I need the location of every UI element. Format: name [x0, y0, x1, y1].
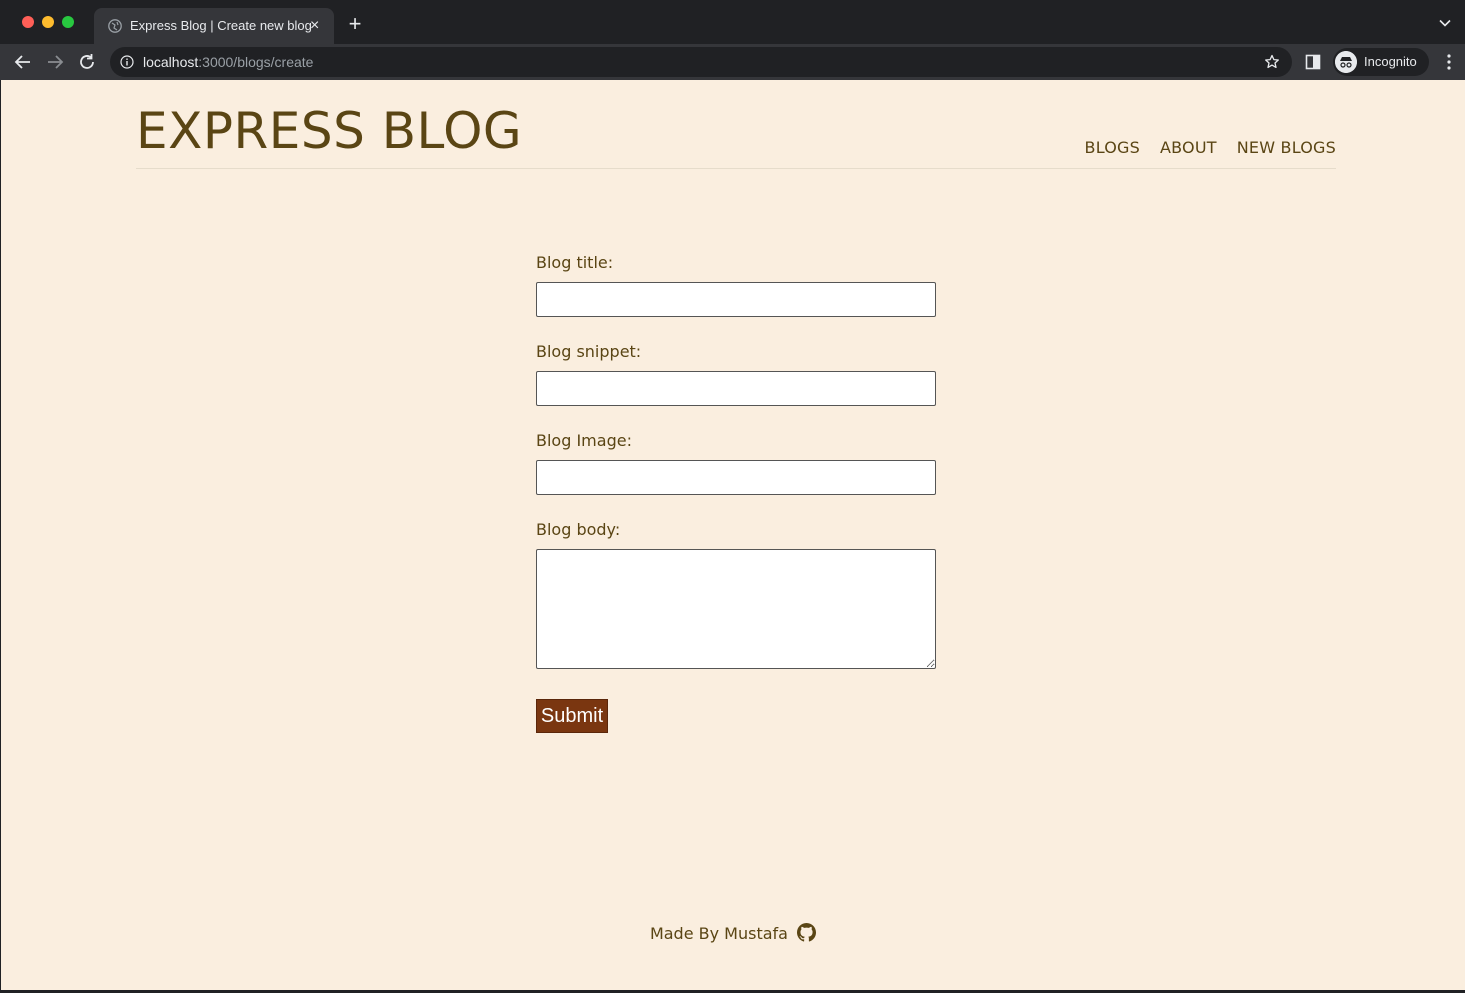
blog-body-textarea[interactable]: [536, 549, 936, 669]
address-bar[interactable]: localhost:3000/blogs/create: [110, 47, 1292, 77]
nav-link-about[interactable]: ABOUT: [1160, 138, 1217, 157]
site-info-icon[interactable]: [120, 55, 134, 69]
incognito-icon: [1335, 51, 1357, 73]
tab-close-icon[interactable]: ×: [310, 17, 319, 35]
site-header: EXPRESS BLOG BLOGS ABOUT NEW BLOGS: [136, 80, 1336, 169]
blog-image-label: Blog Image:: [536, 431, 632, 450]
nav-link-new-blogs[interactable]: NEW BLOGS: [1237, 138, 1336, 157]
tab-search-chevron-icon[interactable]: [1438, 16, 1452, 30]
github-icon[interactable]: [797, 923, 817, 942]
tab-title: Express Blog | Create new blog: [130, 18, 312, 33]
blog-snippet-input[interactable]: [536, 371, 936, 406]
minimize-window-button[interactable]: [42, 16, 54, 28]
url-text: localhost:3000/blogs/create: [143, 54, 313, 70]
new-tab-button[interactable]: +: [344, 13, 366, 35]
globe-icon: [108, 19, 122, 33]
blog-image-input[interactable]: [536, 460, 936, 495]
reload-icon[interactable]: [76, 51, 98, 73]
site-footer: Made By Mustafa: [1, 923, 1465, 943]
site-nav: BLOGS ABOUT NEW BLOGS: [1085, 138, 1336, 157]
incognito-label: Incognito: [1364, 54, 1417, 69]
maximize-window-button[interactable]: [62, 16, 74, 28]
url-path: :3000/blogs/create: [198, 54, 314, 70]
bookmark-star-icon[interactable]: [1264, 54, 1280, 70]
browser-menu-icon[interactable]: [1443, 53, 1455, 71]
nav-link-blogs[interactable]: BLOGS: [1085, 138, 1140, 157]
back-arrow-icon[interactable]: [12, 51, 34, 73]
submit-button[interactable]: Submit: [536, 699, 608, 733]
url-host: localhost: [143, 54, 199, 70]
blog-title-label: Blog title:: [536, 253, 614, 272]
close-window-button[interactable]: [22, 16, 34, 28]
blog-title-input[interactable]: [536, 282, 936, 317]
footer-credit: Made By Mustafa: [649, 924, 788, 943]
browser-tab-active[interactable]: Express Blog | Create new blog ×: [94, 8, 334, 44]
site-title[interactable]: EXPRESS BLOG: [136, 102, 522, 160]
side-panel-icon[interactable]: [1305, 54, 1321, 70]
create-blog-form: Blog title: Blog snippet: Blog Image: Bl…: [536, 252, 936, 733]
browser-toolbar: localhost:3000/blogs/create Incognito: [0, 44, 1465, 80]
blog-snippet-label: Blog snippet:: [536, 342, 642, 361]
page-viewport: EXPRESS BLOG BLOGS ABOUT NEW BLOGS Blog …: [1, 80, 1465, 990]
forward-arrow-icon[interactable]: [44, 51, 66, 73]
browser-tab-strip: Express Blog | Create new blog × +: [0, 0, 1465, 44]
blog-body-label: Blog body:: [536, 520, 621, 539]
incognito-profile-button[interactable]: Incognito: [1333, 48, 1429, 76]
